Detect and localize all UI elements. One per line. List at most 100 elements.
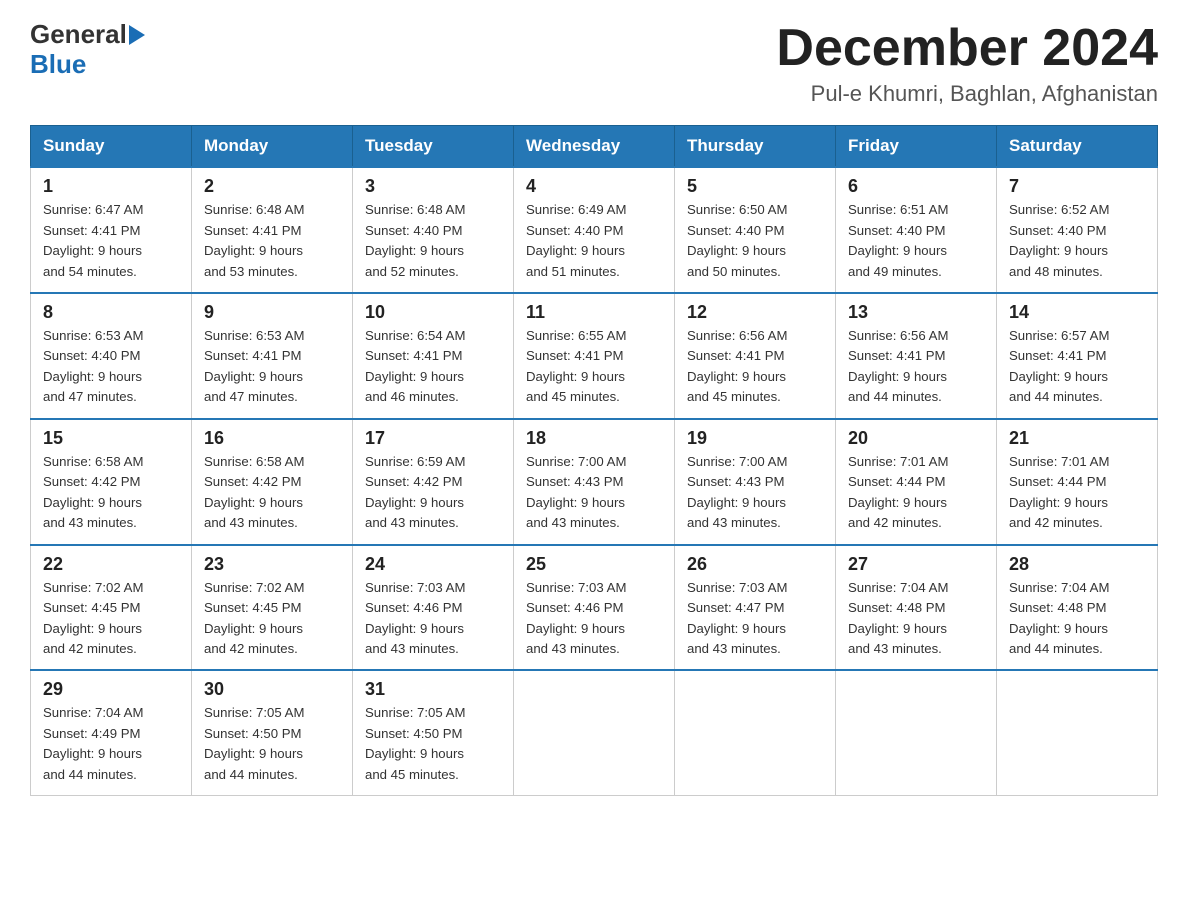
logo-general-text: General bbox=[30, 20, 127, 49]
day-number: 9 bbox=[204, 302, 340, 323]
calendar-header: Sunday Monday Tuesday Wednesday Thursday… bbox=[31, 126, 1158, 168]
calendar-day-cell: 28 Sunrise: 7:04 AMSunset: 4:48 PMDayligh… bbox=[997, 545, 1158, 671]
day-number: 29 bbox=[43, 679, 179, 700]
calendar-week-row: 8 Sunrise: 6:53 AMSunset: 4:40 PMDaylight… bbox=[31, 293, 1158, 419]
day-number: 19 bbox=[687, 428, 823, 449]
calendar-day-cell: 21 Sunrise: 7:01 AMSunset: 4:44 PMDayligh… bbox=[997, 419, 1158, 545]
calendar-day-cell: 18 Sunrise: 7:00 AMSunset: 4:43 PMDayligh… bbox=[514, 419, 675, 545]
day-info: Sunrise: 7:04 AMSunset: 4:48 PMDaylight:… bbox=[848, 578, 984, 660]
calendar-day-cell: 7 Sunrise: 6:52 AMSunset: 4:40 PMDaylight… bbox=[997, 167, 1158, 293]
day-number: 26 bbox=[687, 554, 823, 575]
calendar-day-cell: 15Sunrise: 6:58 AMSunset: 4:42 PMDayligh… bbox=[31, 419, 192, 545]
calendar-week-row: 29 Sunrise: 7:04 AMSunset: 4:49 PMDayligh… bbox=[31, 670, 1158, 795]
page-header: General Blue December 2024 Pul-e Khumri,… bbox=[30, 20, 1158, 107]
day-info: Sunrise: 7:04 AMSunset: 4:48 PMDaylight:… bbox=[1009, 578, 1145, 660]
day-info: Sunrise: 7:02 AMSunset: 4:45 PMDaylight:… bbox=[204, 578, 340, 660]
day-number: 1 bbox=[43, 176, 179, 197]
header-thursday: Thursday bbox=[675, 126, 836, 168]
day-info: Sunrise: 6:47 AMSunset: 4:41 PMDaylight:… bbox=[43, 200, 179, 282]
calendar-day-cell: 24Sunrise: 7:03 AMSunset: 4:46 PMDayligh… bbox=[353, 545, 514, 671]
day-info: Sunrise: 7:00 AMSunset: 4:43 PMDaylight:… bbox=[687, 452, 823, 534]
calendar-day-cell: 16Sunrise: 6:58 AMSunset: 4:42 PMDayligh… bbox=[192, 419, 353, 545]
day-info: Sunrise: 6:53 AMSunset: 4:40 PMDaylight:… bbox=[43, 326, 179, 408]
calendar-day-cell: 14Sunrise: 6:57 AMSunset: 4:41 PMDayligh… bbox=[997, 293, 1158, 419]
day-number: 23 bbox=[204, 554, 340, 575]
day-number: 8 bbox=[43, 302, 179, 323]
day-number: 20 bbox=[848, 428, 984, 449]
day-info: Sunrise: 7:05 AMSunset: 4:50 PMDaylight:… bbox=[204, 703, 340, 785]
calendar-day-cell: 17Sunrise: 6:59 AMSunset: 4:42 PMDayligh… bbox=[353, 419, 514, 545]
calendar-day-cell bbox=[514, 670, 675, 795]
day-number: 13 bbox=[848, 302, 984, 323]
calendar-day-cell bbox=[675, 670, 836, 795]
calendar-day-cell: 25 Sunrise: 7:03 AMSunset: 4:46 PMDayligh… bbox=[514, 545, 675, 671]
day-info: Sunrise: 6:53 AMSunset: 4:41 PMDaylight:… bbox=[204, 326, 340, 408]
calendar-day-cell: 13 Sunrise: 6:56 AMSunset: 4:41 PMDayligh… bbox=[836, 293, 997, 419]
logo-blue-text: Blue bbox=[30, 49, 145, 80]
day-info: Sunrise: 7:05 AMSunset: 4:50 PMDaylight:… bbox=[365, 703, 501, 785]
day-info: Sunrise: 7:04 AMSunset: 4:49 PMDaylight:… bbox=[43, 703, 179, 785]
day-number: 7 bbox=[1009, 176, 1145, 197]
day-number: 5 bbox=[687, 176, 823, 197]
day-number: 25 bbox=[526, 554, 662, 575]
calendar-day-cell: 8 Sunrise: 6:53 AMSunset: 4:40 PMDaylight… bbox=[31, 293, 192, 419]
day-info: Sunrise: 7:02 AMSunset: 4:45 PMDaylight:… bbox=[43, 578, 179, 660]
location-title: Pul-e Khumri, Baghlan, Afghanistan bbox=[776, 81, 1158, 107]
calendar-day-cell: 20Sunrise: 7:01 AMSunset: 4:44 PMDayligh… bbox=[836, 419, 997, 545]
day-number: 10 bbox=[365, 302, 501, 323]
calendar-table: Sunday Monday Tuesday Wednesday Thursday… bbox=[30, 125, 1158, 796]
calendar-day-cell: 4Sunrise: 6:49 AMSunset: 4:40 PMDaylight… bbox=[514, 167, 675, 293]
day-info: Sunrise: 6:50 AMSunset: 4:40 PMDaylight:… bbox=[687, 200, 823, 282]
logo: General Blue bbox=[30, 20, 145, 80]
header-sunday: Sunday bbox=[31, 126, 192, 168]
calendar-week-row: 22Sunrise: 7:02 AMSunset: 4:45 PMDayligh… bbox=[31, 545, 1158, 671]
calendar-week-row: 1 Sunrise: 6:47 AMSunset: 4:41 PMDaylight… bbox=[31, 167, 1158, 293]
day-info: Sunrise: 6:59 AMSunset: 4:42 PMDaylight:… bbox=[365, 452, 501, 534]
calendar-day-cell: 19 Sunrise: 7:00 AMSunset: 4:43 PMDayligh… bbox=[675, 419, 836, 545]
calendar-day-cell: 1 Sunrise: 6:47 AMSunset: 4:41 PMDaylight… bbox=[31, 167, 192, 293]
header-tuesday: Tuesday bbox=[353, 126, 514, 168]
day-info: Sunrise: 6:51 AMSunset: 4:40 PMDaylight:… bbox=[848, 200, 984, 282]
calendar-day-cell: 22Sunrise: 7:02 AMSunset: 4:45 PMDayligh… bbox=[31, 545, 192, 671]
day-info: Sunrise: 7:03 AMSunset: 4:46 PMDaylight:… bbox=[526, 578, 662, 660]
day-number: 30 bbox=[204, 679, 340, 700]
calendar-day-cell: 31Sunrise: 7:05 AMSunset: 4:50 PMDayligh… bbox=[353, 670, 514, 795]
calendar-day-cell bbox=[997, 670, 1158, 795]
calendar-day-cell: 23 Sunrise: 7:02 AMSunset: 4:45 PMDayligh… bbox=[192, 545, 353, 671]
calendar-day-cell bbox=[836, 670, 997, 795]
calendar-day-cell: 2Sunrise: 6:48 AMSunset: 4:41 PMDaylight… bbox=[192, 167, 353, 293]
day-info: Sunrise: 6:57 AMSunset: 4:41 PMDaylight:… bbox=[1009, 326, 1145, 408]
calendar-day-cell: 10Sunrise: 6:54 AMSunset: 4:41 PMDayligh… bbox=[353, 293, 514, 419]
day-info: Sunrise: 6:48 AMSunset: 4:40 PMDaylight:… bbox=[365, 200, 501, 282]
day-number: 21 bbox=[1009, 428, 1145, 449]
calendar-day-cell: 29 Sunrise: 7:04 AMSunset: 4:49 PMDayligh… bbox=[31, 670, 192, 795]
calendar-day-cell: 26Sunrise: 7:03 AMSunset: 4:47 PMDayligh… bbox=[675, 545, 836, 671]
calendar-day-cell: 9 Sunrise: 6:53 AMSunset: 4:41 PMDaylight… bbox=[192, 293, 353, 419]
header-saturday: Saturday bbox=[997, 126, 1158, 168]
day-number: 12 bbox=[687, 302, 823, 323]
day-info: Sunrise: 6:55 AMSunset: 4:41 PMDaylight:… bbox=[526, 326, 662, 408]
day-info: Sunrise: 6:56 AMSunset: 4:41 PMDaylight:… bbox=[687, 326, 823, 408]
calendar-day-cell: 5 Sunrise: 6:50 AMSunset: 4:40 PMDaylight… bbox=[675, 167, 836, 293]
day-info: Sunrise: 6:56 AMSunset: 4:41 PMDaylight:… bbox=[848, 326, 984, 408]
day-number: 28 bbox=[1009, 554, 1145, 575]
day-number: 11 bbox=[526, 302, 662, 323]
day-number: 2 bbox=[204, 176, 340, 197]
calendar-day-cell: 30 Sunrise: 7:05 AMSunset: 4:50 PMDayligh… bbox=[192, 670, 353, 795]
day-info: Sunrise: 6:49 AMSunset: 4:40 PMDaylight:… bbox=[526, 200, 662, 282]
calendar-day-cell: 3Sunrise: 6:48 AMSunset: 4:40 PMDaylight… bbox=[353, 167, 514, 293]
day-number: 16 bbox=[204, 428, 340, 449]
day-number: 24 bbox=[365, 554, 501, 575]
header-wednesday: Wednesday bbox=[514, 126, 675, 168]
day-number: 27 bbox=[848, 554, 984, 575]
day-number: 6 bbox=[848, 176, 984, 197]
day-number: 15 bbox=[43, 428, 179, 449]
day-number: 18 bbox=[526, 428, 662, 449]
logo-triangle-icon bbox=[129, 25, 145, 45]
day-info: Sunrise: 6:52 AMSunset: 4:40 PMDaylight:… bbox=[1009, 200, 1145, 282]
day-info: Sunrise: 7:00 AMSunset: 4:43 PMDaylight:… bbox=[526, 452, 662, 534]
day-info: Sunrise: 7:01 AMSunset: 4:44 PMDaylight:… bbox=[1009, 452, 1145, 534]
header-monday: Monday bbox=[192, 126, 353, 168]
weekday-header-row: Sunday Monday Tuesday Wednesday Thursday… bbox=[31, 126, 1158, 168]
calendar-day-cell: 11 Sunrise: 6:55 AMSunset: 4:41 PMDayligh… bbox=[514, 293, 675, 419]
